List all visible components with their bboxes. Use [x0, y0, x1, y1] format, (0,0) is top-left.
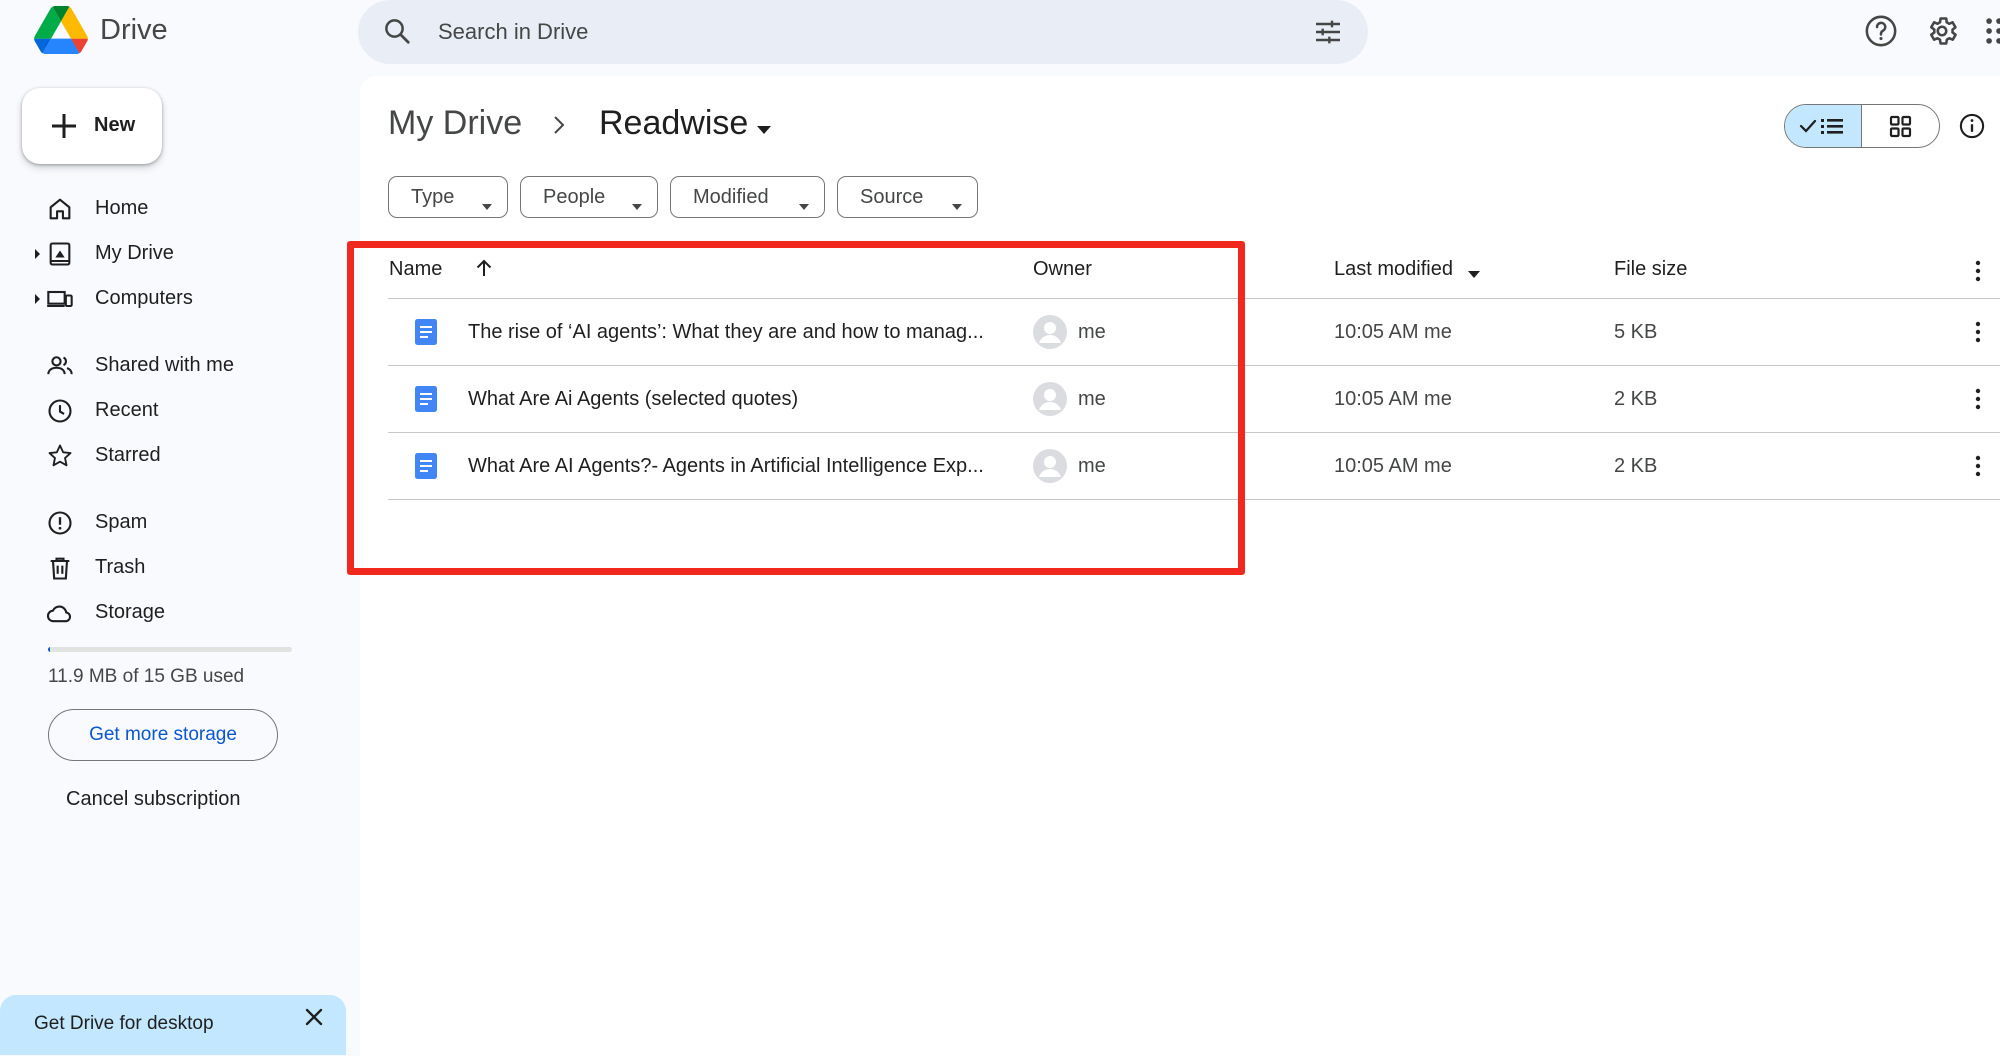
expand-caret-icon[interactable] — [34, 292, 42, 306]
cloud-icon — [46, 599, 74, 627]
spam-icon — [46, 509, 74, 537]
clock-icon — [46, 397, 74, 425]
highlight-annotation-box — [347, 241, 1245, 575]
shared-icon — [46, 352, 74, 380]
column-header-last-modified[interactable]: Last modified — [1334, 258, 1453, 281]
filter-chip-label: People — [543, 185, 606, 208]
sidebar-item-home[interactable]: Home — [0, 189, 350, 229]
chevron-down-icon — [951, 194, 963, 210]
chevron-down-icon — [798, 194, 810, 210]
file-size: 2 KB — [1614, 388, 1658, 410]
help-icon[interactable] — [1864, 14, 1898, 48]
my-drive-icon — [46, 240, 74, 268]
sidebar-item-shared-with-me[interactable]: Shared with me — [0, 346, 350, 386]
search-options-icon[interactable] — [1312, 16, 1344, 48]
sidebar-item-label: Storage — [95, 601, 166, 623]
chevron-down-icon — [631, 194, 643, 210]
more-options-icon[interactable] — [1968, 319, 1988, 345]
filter-chip-modified[interactable]: Modified — [670, 176, 825, 218]
grid-view-icon — [1889, 115, 1912, 138]
chevron-down-icon — [481, 194, 493, 210]
more-options-icon[interactable] — [1968, 258, 1988, 284]
sidebar-item-my-drive[interactable]: My Drive — [0, 234, 350, 274]
filter-chip-source[interactable]: Source — [837, 176, 978, 218]
column-header-file-size[interactable]: File size — [1614, 258, 1687, 281]
sidebar-item-starred[interactable]: Starred — [0, 436, 350, 476]
breadcrumb-my-drive[interactable]: My Drive — [388, 104, 522, 143]
sidebar-item-storage[interactable]: Storage — [0, 593, 350, 633]
sidebar-item-label: Trash — [95, 556, 146, 578]
last-modified: 10:05 AM me — [1334, 455, 1452, 477]
sidebar-item-recent[interactable]: Recent — [0, 391, 350, 431]
more-options-icon[interactable] — [1968, 453, 1988, 479]
last-modified: 10:05 AM me — [1334, 388, 1452, 410]
desktop-banner-text[interactable]: Get Drive for desktop — [34, 1013, 214, 1035]
filter-chip-label: Type — [411, 185, 455, 208]
desktop-app-banner[interactable]: Get Drive for desktop — [0, 995, 346, 1055]
view-toggle[interactable] — [1784, 104, 1940, 148]
breadcrumb-current-folder[interactable]: Readwise — [599, 104, 748, 143]
computers-icon — [46, 285, 74, 313]
new-button[interactable]: New — [22, 88, 162, 164]
apps-grid-icon[interactable] — [1982, 14, 2000, 48]
new-button-label: New — [94, 114, 136, 136]
filter-chip-people[interactable]: People — [520, 176, 658, 218]
filter-chip-type[interactable]: Type — [388, 176, 508, 218]
last-modified: 10:05 AM me — [1334, 321, 1452, 343]
storage-usage-text: 11.9 MB of 15 GB used — [48, 666, 245, 687]
storage-usage-bar — [48, 647, 292, 652]
sidebar-item-trash[interactable]: Trash — [0, 548, 350, 588]
search-bar[interactable]: Search in Drive — [358, 0, 1368, 64]
settings-gear-icon[interactable] — [1925, 14, 1959, 48]
list-view-button[interactable] — [1785, 105, 1862, 147]
star-icon — [46, 442, 74, 470]
drive-logo-icon[interactable] — [34, 6, 88, 54]
get-more-storage-button[interactable]: Get more storage — [48, 709, 278, 761]
more-options-icon[interactable] — [1968, 386, 1988, 412]
storage-usage-fill — [48, 647, 51, 652]
plus-icon — [46, 108, 82, 144]
file-size: 2 KB — [1614, 455, 1658, 477]
folder-menu-caret-icon[interactable] — [756, 122, 772, 134]
search-input[interactable]: Search in Drive — [438, 19, 588, 45]
sidebar-item-label: My Drive — [95, 242, 174, 264]
filter-chip-label: Modified — [693, 185, 769, 208]
file-size: 5 KB — [1614, 321, 1658, 343]
sidebar-item-label: Spam — [95, 511, 148, 533]
home-icon — [46, 195, 74, 223]
sidebar-item-spam[interactable]: Spam — [0, 503, 350, 543]
search-icon[interactable] — [382, 16, 412, 46]
list-view-check-icon — [1799, 119, 1843, 134]
cancel-subscription-link[interactable]: Cancel subscription — [66, 788, 241, 811]
trash-icon — [46, 554, 74, 582]
sidebar-item-label: Computers — [95, 287, 193, 309]
chevron-right-icon — [548, 112, 570, 138]
app-name: Drive — [100, 14, 168, 46]
sidebar-item-computers[interactable]: Computers — [0, 279, 350, 319]
filter-chip-label: Source — [860, 185, 924, 208]
sidebar-item-label: Shared with me — [95, 354, 234, 376]
close-icon[interactable] — [300, 1003, 328, 1031]
info-icon[interactable] — [1958, 112, 1986, 140]
expand-caret-icon[interactable] — [34, 247, 42, 261]
sidebar-item-label: Starred — [95, 444, 161, 466]
sidebar-item-label: Recent — [95, 399, 159, 421]
sort-caret-down-icon[interactable] — [1467, 266, 1481, 278]
sidebar-item-label: Home — [95, 197, 149, 219]
grid-view-button[interactable] — [1863, 105, 1939, 147]
